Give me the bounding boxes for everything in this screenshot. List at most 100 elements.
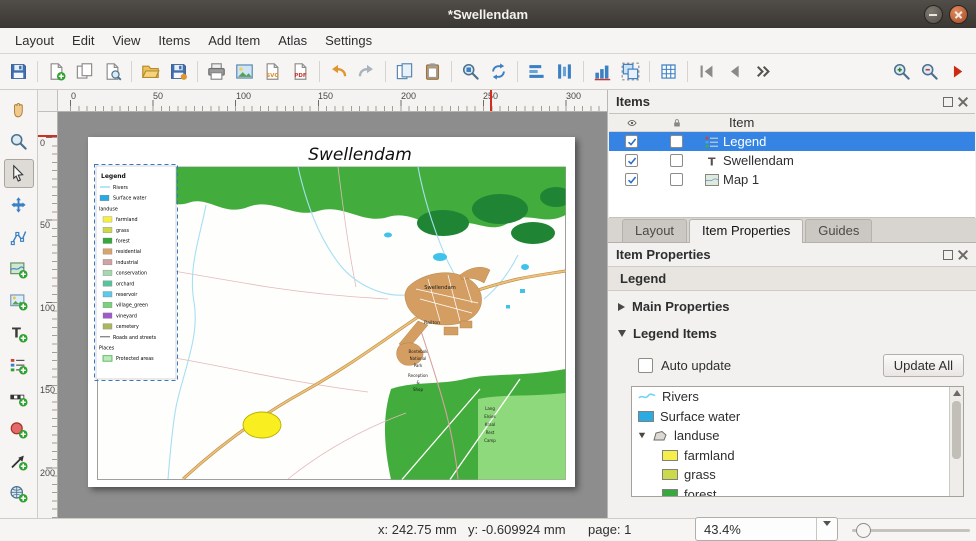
- pan-tool-button[interactable]: [4, 95, 34, 124]
- legend-entry-label: village_green: [116, 303, 148, 309]
- auto-update-checkbox[interactable]: [638, 358, 653, 373]
- items-row-map1[interactable]: Map 1: [609, 170, 975, 189]
- tree-row-grass[interactable]: grass: [632, 465, 963, 485]
- add-picture-button[interactable]: [4, 287, 34, 316]
- layout-viewport[interactable]: Swellendam: [58, 112, 607, 518]
- menu-view[interactable]: View: [103, 30, 149, 51]
- items-row-legend[interactable]: Legend: [609, 132, 975, 151]
- redo-button[interactable]: [353, 58, 380, 85]
- close-panel-icon[interactable]: [958, 97, 968, 107]
- load-template-button[interactable]: [137, 58, 164, 85]
- menu-add-item[interactable]: Add Item: [199, 30, 269, 51]
- refresh-button[interactable]: [485, 58, 512, 85]
- visibility-checkbox[interactable]: [625, 154, 638, 167]
- save-template-button[interactable]: [165, 58, 192, 85]
- items-table-header: Item: [609, 114, 975, 132]
- lock-checkbox[interactable]: [670, 154, 683, 167]
- add-html-button[interactable]: [4, 479, 34, 508]
- lock-checkbox[interactable]: [670, 173, 683, 186]
- menu-items[interactable]: Items: [149, 30, 199, 51]
- tree-row-surface-water[interactable]: Surface water: [632, 407, 963, 427]
- tree-row-landuse[interactable]: landuse: [632, 426, 963, 446]
- tab-layout[interactable]: Layout: [622, 219, 687, 242]
- visibility-checkbox[interactable]: [625, 135, 638, 148]
- cursor-position-marker-y: [38, 135, 57, 137]
- zoom-slider-handle[interactable]: [856, 523, 871, 538]
- legend-entry-label: Roads and streets: [113, 335, 157, 341]
- zoom-full-button[interactable]: [457, 58, 484, 85]
- export-image-button[interactable]: [231, 58, 258, 85]
- menu-settings[interactable]: Settings: [316, 30, 381, 51]
- export-svg-button[interactable]: SVG: [259, 58, 286, 85]
- zoom-out-button[interactable]: [916, 58, 943, 85]
- ruler-tick-label: 100: [40, 303, 55, 313]
- menu-atlas[interactable]: Atlas: [269, 30, 316, 51]
- minimize-button[interactable]: [924, 5, 943, 24]
- new-layout-button[interactable]: [43, 58, 70, 85]
- duplicate-layout-button[interactable]: [71, 58, 98, 85]
- visibility-checkbox[interactable]: [625, 173, 638, 186]
- add-legend-button[interactable]: [4, 351, 34, 380]
- ruler-tick-label: 50: [153, 91, 163, 101]
- polygon-group-icon: [652, 430, 668, 442]
- tab-guides[interactable]: Guides: [805, 219, 872, 242]
- expander-icon[interactable]: [639, 433, 645, 439]
- map-label: Shop: [413, 387, 424, 392]
- menu-layout[interactable]: Layout: [6, 30, 63, 51]
- zoom-tool-button[interactable]: [4, 127, 34, 156]
- status-bar: x: 242.75 mm y: -0.609924 mm page: 1 43.…: [0, 518, 976, 540]
- select-move-item-button[interactable]: [4, 159, 34, 188]
- print-button[interactable]: [203, 58, 230, 85]
- main-properties-group[interactable]: Main Properties: [608, 291, 976, 318]
- legend-item[interactable]: Legend Rivers Surface water landuse farm…: [95, 165, 178, 381]
- ruler-tick-label: 150: [40, 385, 55, 395]
- save-project-button[interactable]: [5, 58, 32, 85]
- add-map-button[interactable]: [4, 255, 34, 284]
- overflow-chevron-button[interactable]: [749, 58, 776, 85]
- float-panel-icon[interactable]: [943, 97, 953, 107]
- layout-page[interactable]: Swellendam: [88, 137, 575, 487]
- close-panel-icon[interactable]: [958, 250, 968, 260]
- zoom-dropdown-button[interactable]: [816, 518, 837, 540]
- close-button[interactable]: [949, 5, 968, 24]
- zoom-in-button[interactable]: [888, 58, 915, 85]
- atlas-prev-button[interactable]: [721, 58, 748, 85]
- menu-edit[interactable]: Edit: [63, 30, 103, 51]
- float-panel-icon[interactable]: [943, 250, 953, 260]
- undo-button[interactable]: [325, 58, 352, 85]
- tab-item-properties[interactable]: Item Properties: [689, 219, 803, 243]
- zoom-level-combobox[interactable]: 43.4%: [695, 517, 838, 541]
- update-all-button[interactable]: Update All: [883, 354, 964, 377]
- resize-items-button[interactable]: [589, 58, 616, 85]
- paste-button[interactable]: [419, 58, 446, 85]
- scroll-thumb[interactable]: [952, 401, 961, 459]
- ruler-tick-label: 200: [40, 468, 55, 478]
- lock-checkbox[interactable]: [670, 135, 683, 148]
- toolbar-extension-arrow[interactable]: [944, 58, 971, 85]
- atlas-first-button[interactable]: [693, 58, 720, 85]
- guides-grid-button[interactable]: [655, 58, 682, 85]
- add-arrow-button[interactable]: [4, 447, 34, 476]
- tree-row-farmland[interactable]: farmland: [632, 446, 963, 466]
- group-items-button[interactable]: [617, 58, 644, 85]
- tree-row-rivers[interactable]: Rivers: [632, 387, 963, 407]
- distribute-items-button[interactable]: [551, 58, 578, 85]
- add-label-button[interactable]: T: [4, 319, 34, 348]
- edit-nodes-button[interactable]: [4, 223, 34, 252]
- zoom-slider[interactable]: [852, 529, 970, 532]
- page-title-label[interactable]: Swellendam: [308, 145, 412, 165]
- align-items-button[interactable]: [523, 58, 550, 85]
- map-label: &: [416, 380, 419, 385]
- tree-scrollbar[interactable]: [949, 387, 963, 496]
- tree-row-forest[interactable]: forest: [632, 485, 963, 498]
- add-scalebar-button[interactable]: [4, 383, 34, 412]
- add-shape-button[interactable]: [4, 415, 34, 444]
- layout-manager-button[interactable]: [99, 58, 126, 85]
- scroll-up-icon[interactable]: [953, 390, 961, 396]
- legend-items-group[interactable]: Legend Items: [608, 318, 976, 345]
- move-item-content-button[interactable]: [4, 191, 34, 220]
- items-row-swellendam[interactable]: T Swellendam: [609, 151, 975, 170]
- selected-item-type: Legend: [608, 266, 976, 291]
- copy-button[interactable]: [391, 58, 418, 85]
- export-pdf-button[interactable]: PDF: [287, 58, 314, 85]
